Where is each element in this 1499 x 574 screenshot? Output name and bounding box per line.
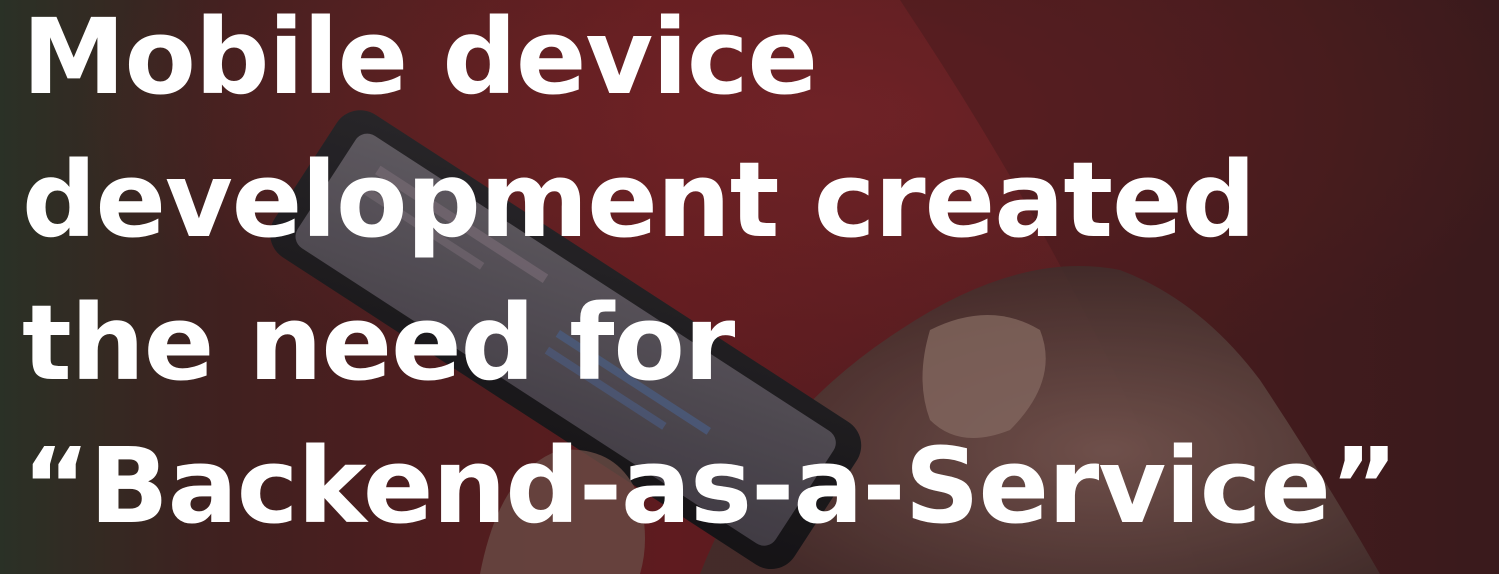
headline: Mobile device development created the ne…	[22, 0, 1492, 558]
headline-line-4: “Backend-as-a-Service”	[22, 425, 1398, 547]
headline-line-1: Mobile device	[22, 0, 818, 118]
headline-line-3: the need for	[22, 282, 735, 404]
headline-line-2: development created	[22, 139, 1256, 261]
hero-banner: Mobile device development created the ne…	[0, 0, 1499, 574]
